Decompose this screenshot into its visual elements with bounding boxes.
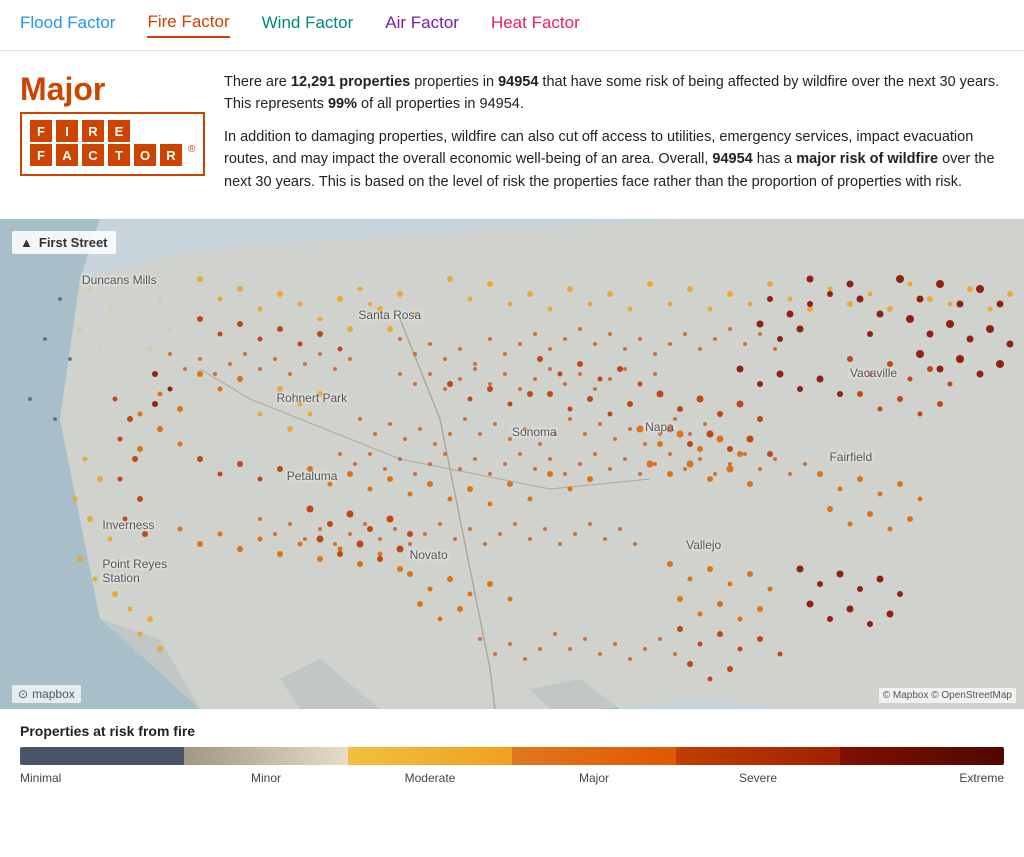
legend-label-major: Major bbox=[512, 771, 676, 785]
description-section: There are 12,291 properties properties i… bbox=[224, 71, 1004, 203]
legend-label-extreme: Extreme bbox=[840, 771, 1004, 785]
navigation: Flood Factor Fire Factor Wind Factor Air… bbox=[0, 0, 1024, 51]
header-content: Major F I R E F A C T O R ® There are 12… bbox=[0, 51, 1024, 219]
logo-o: O bbox=[134, 144, 156, 166]
legend-major-segment bbox=[512, 747, 676, 765]
nav-heat-factor[interactable]: Heat Factor bbox=[491, 13, 580, 37]
logo-r2: R bbox=[160, 144, 182, 166]
legend-extreme-segment bbox=[840, 747, 1004, 765]
legend-color-bar bbox=[20, 747, 1004, 765]
logo-c: C bbox=[82, 144, 104, 166]
map-container[interactable]: Santa Rosa Rohnert Park Petaluma Novato … bbox=[0, 219, 1024, 709]
first-street-watermark: ▲ First Street bbox=[12, 231, 116, 254]
logo-f2: F bbox=[30, 144, 52, 166]
logo-a: A bbox=[56, 144, 78, 166]
legend-label-severe: Severe bbox=[676, 771, 840, 785]
nav-flood-factor[interactable]: Flood Factor bbox=[20, 13, 115, 37]
logo-t: T bbox=[108, 144, 130, 166]
legend-moderate-segment bbox=[348, 747, 512, 765]
legend-labels: Minimal Minor Moderate Major Severe Extr… bbox=[20, 771, 1004, 785]
logo-f1: F bbox=[30, 120, 52, 142]
legend-minor-segment bbox=[184, 747, 348, 765]
logo-registered: ® bbox=[188, 144, 195, 166]
nav-fire-factor[interactable]: Fire Factor bbox=[147, 12, 229, 38]
risk-level-label: Major bbox=[20, 71, 200, 108]
description-paragraph-1: There are 12,291 properties properties i… bbox=[224, 71, 1004, 116]
mapbox-circle-icon: ⊙ bbox=[18, 687, 28, 701]
description-paragraph-2: In addition to damaging properties, wild… bbox=[224, 126, 1004, 193]
legend-title: Properties at risk from fire bbox=[20, 723, 1004, 739]
legend-section: Properties at risk from fire Minimal Min… bbox=[0, 709, 1024, 801]
legend-label-moderate: Moderate bbox=[348, 771, 512, 785]
mapbox-logo: ⊙ mapbox bbox=[12, 685, 81, 703]
logo-r: R bbox=[82, 120, 104, 142]
mapbox-label: mapbox bbox=[32, 687, 75, 701]
logo-i: I bbox=[56, 120, 78, 142]
logo-e: E bbox=[108, 120, 130, 142]
first-street-icon: ▲ bbox=[20, 235, 33, 250]
nav-wind-factor[interactable]: Wind Factor bbox=[262, 13, 354, 37]
legend-label-minimal: Minimal bbox=[20, 771, 184, 785]
first-street-label: First Street bbox=[39, 235, 108, 250]
fire-factor-logo: F I R E F A C T O R ® bbox=[20, 112, 205, 176]
legend-label-minor: Minor bbox=[184, 771, 348, 785]
mapbox-credit: © Mapbox © OpenStreetMap bbox=[879, 688, 1016, 703]
map-visualization bbox=[0, 219, 1024, 709]
nav-air-factor[interactable]: Air Factor bbox=[385, 13, 459, 37]
legend-severe-segment bbox=[676, 747, 840, 765]
legend-minimal-segment bbox=[20, 747, 184, 765]
logo-section: Major F I R E F A C T O R ® bbox=[20, 71, 200, 203]
